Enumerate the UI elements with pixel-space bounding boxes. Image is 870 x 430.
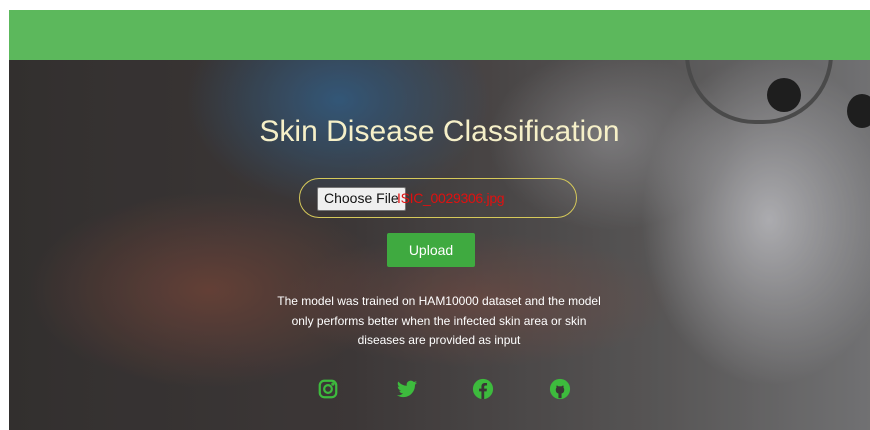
facebook-icon[interactable]: [472, 378, 494, 400]
choose-file-button[interactable]: Choose File: [317, 187, 406, 211]
page-title: Skin Disease Classification: [259, 115, 620, 148]
main-content: Skin Disease Classification Choose File …: [9, 60, 870, 430]
selected-file-name: ISIC_0029306.jpg: [397, 190, 505, 206]
upload-button[interactable]: Upload: [387, 233, 475, 267]
instagram-icon[interactable]: [317, 378, 339, 400]
model-description: The model was trained on HAM10000 datase…: [277, 294, 601, 347]
github-icon[interactable]: [549, 378, 571, 400]
file-input-container[interactable]: Choose File ISIC_0029306.jpg: [299, 178, 577, 218]
top-navbar: [9, 10, 870, 60]
twitter-icon[interactable]: [396, 378, 418, 400]
